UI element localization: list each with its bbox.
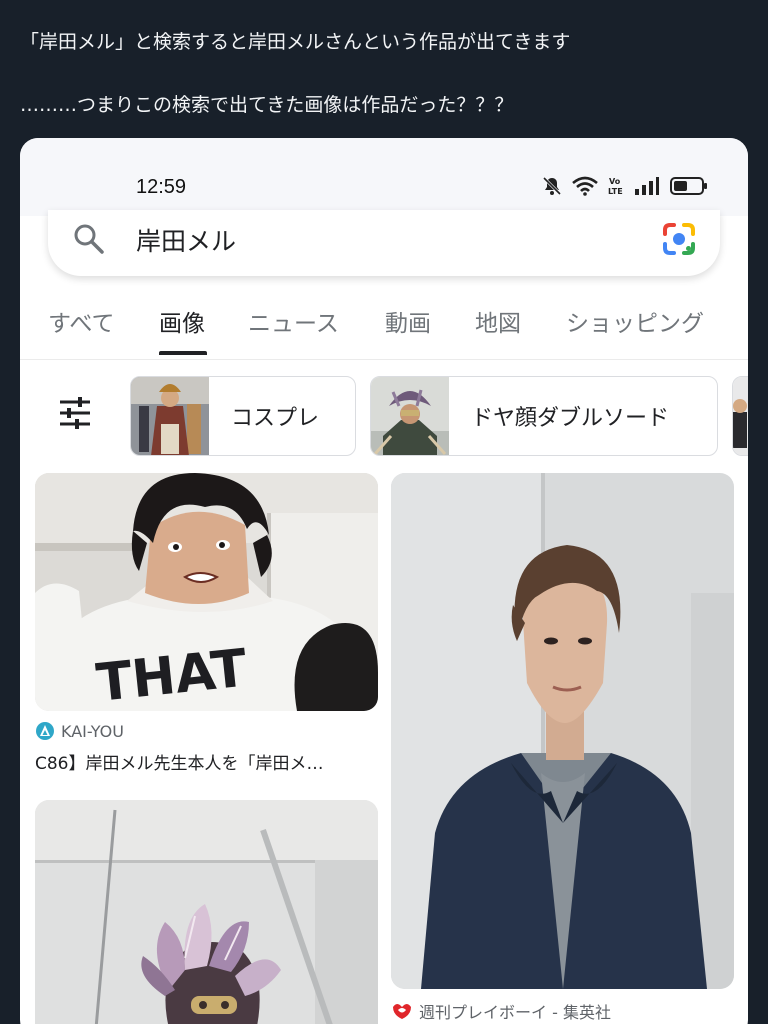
tab-all[interactable]: すべて bbox=[48, 304, 114, 338]
battery-icon bbox=[670, 176, 708, 196]
source-name: 週刊プレイボーイ - 集英社 bbox=[419, 1003, 611, 1022]
tab-videos[interactable]: 動画 bbox=[385, 304, 431, 338]
chip-doya-label: ドヤ顔ダブルソード bbox=[471, 406, 670, 431]
tab-news[interactable]: ニュース bbox=[248, 304, 339, 338]
filter-row: コスプレ ドヤ顔ダブルソード bbox=[20, 374, 748, 458]
active-tab-indicator bbox=[159, 351, 207, 355]
tab-maps[interactable]: 地図 bbox=[475, 304, 521, 338]
image-result-playboy[interactable]: 週刊プレイボーイ - 集英社 bbox=[391, 473, 734, 1023]
chip-cosplay-thumbnail bbox=[131, 377, 209, 455]
search-tabs: すべて 画像 ニュース 動画 地図 ショッピング bbox=[20, 298, 748, 360]
tab-images[interactable]: 画像 bbox=[159, 304, 205, 338]
kaiyou-photo: THAT bbox=[35, 473, 378, 711]
result-caption[interactable]: C86】岸田メル先生本人を「岸田メ… bbox=[35, 749, 378, 774]
search-bar[interactable]: 岸田メル bbox=[48, 210, 720, 276]
embedded-screenshot: 12:59 Vo LTE 岸田メル すべて 画像 ニュース 動画 地図 ショッピ… bbox=[20, 138, 748, 1024]
kaiyou-logo-icon bbox=[36, 722, 54, 740]
signal-icon bbox=[634, 176, 660, 196]
chip-doya-double-sword[interactable]: ドヤ顔ダブルソード bbox=[370, 376, 718, 456]
status-time: 12:59 bbox=[136, 176, 187, 198]
tab-shopping[interactable]: ショッピング bbox=[566, 304, 704, 338]
playboy-logo-icon bbox=[393, 1004, 411, 1019]
post-text-cutoff: ━ ━ ━ ━ ━ ━ ━ ━ bbox=[20, 0, 154, 8]
result-source: 週刊プレイボーイ - 集英社 bbox=[391, 999, 734, 1023]
post-text-line-1: 「岸田メル」と検索すると岸田メルさんという作品が出てきます bbox=[20, 31, 571, 53]
mask-photo bbox=[35, 800, 378, 1024]
image-result-kaiyou[interactable]: THAT KAI-YOU C86】岸田メル先生本人を「岸田メ… bbox=[35, 473, 378, 774]
post-text-line-2: ………つまりこの検索で出てきた画像は作品だった？？？ bbox=[20, 94, 514, 116]
bell-off-icon bbox=[542, 176, 562, 196]
playboy-photo bbox=[391, 473, 734, 989]
tune-filter-icon[interactable] bbox=[58, 396, 92, 434]
chip-cosplay-label: コスプレ bbox=[231, 406, 320, 431]
search-input[interactable]: 岸田メル bbox=[136, 222, 236, 258]
svg-text:Vo: Vo bbox=[609, 177, 621, 186]
result-image[interactable] bbox=[391, 473, 734, 989]
result-source: KAI-YOU bbox=[35, 721, 378, 741]
chip-cosplay[interactable]: コスプレ bbox=[130, 376, 356, 456]
source-name: KAI-YOU bbox=[61, 721, 124, 741]
volte-icon: Vo LTE bbox=[608, 175, 624, 197]
google-lens-icon[interactable] bbox=[660, 220, 698, 262]
status-bar: 12:59 Vo LTE bbox=[20, 138, 748, 216]
image-result-mask[interactable] bbox=[35, 800, 378, 1024]
svg-text:LTE: LTE bbox=[608, 187, 623, 196]
status-icons: Vo LTE bbox=[542, 175, 708, 197]
result-image[interactable]: THAT bbox=[35, 473, 378, 711]
wifi-icon bbox=[572, 176, 598, 196]
result-image[interactable] bbox=[35, 800, 378, 1024]
search-icon[interactable] bbox=[72, 222, 106, 260]
chip-partial-thumbnail bbox=[733, 377, 748, 455]
chip-partial[interactable] bbox=[732, 376, 748, 456]
chip-doya-thumbnail bbox=[371, 377, 449, 455]
